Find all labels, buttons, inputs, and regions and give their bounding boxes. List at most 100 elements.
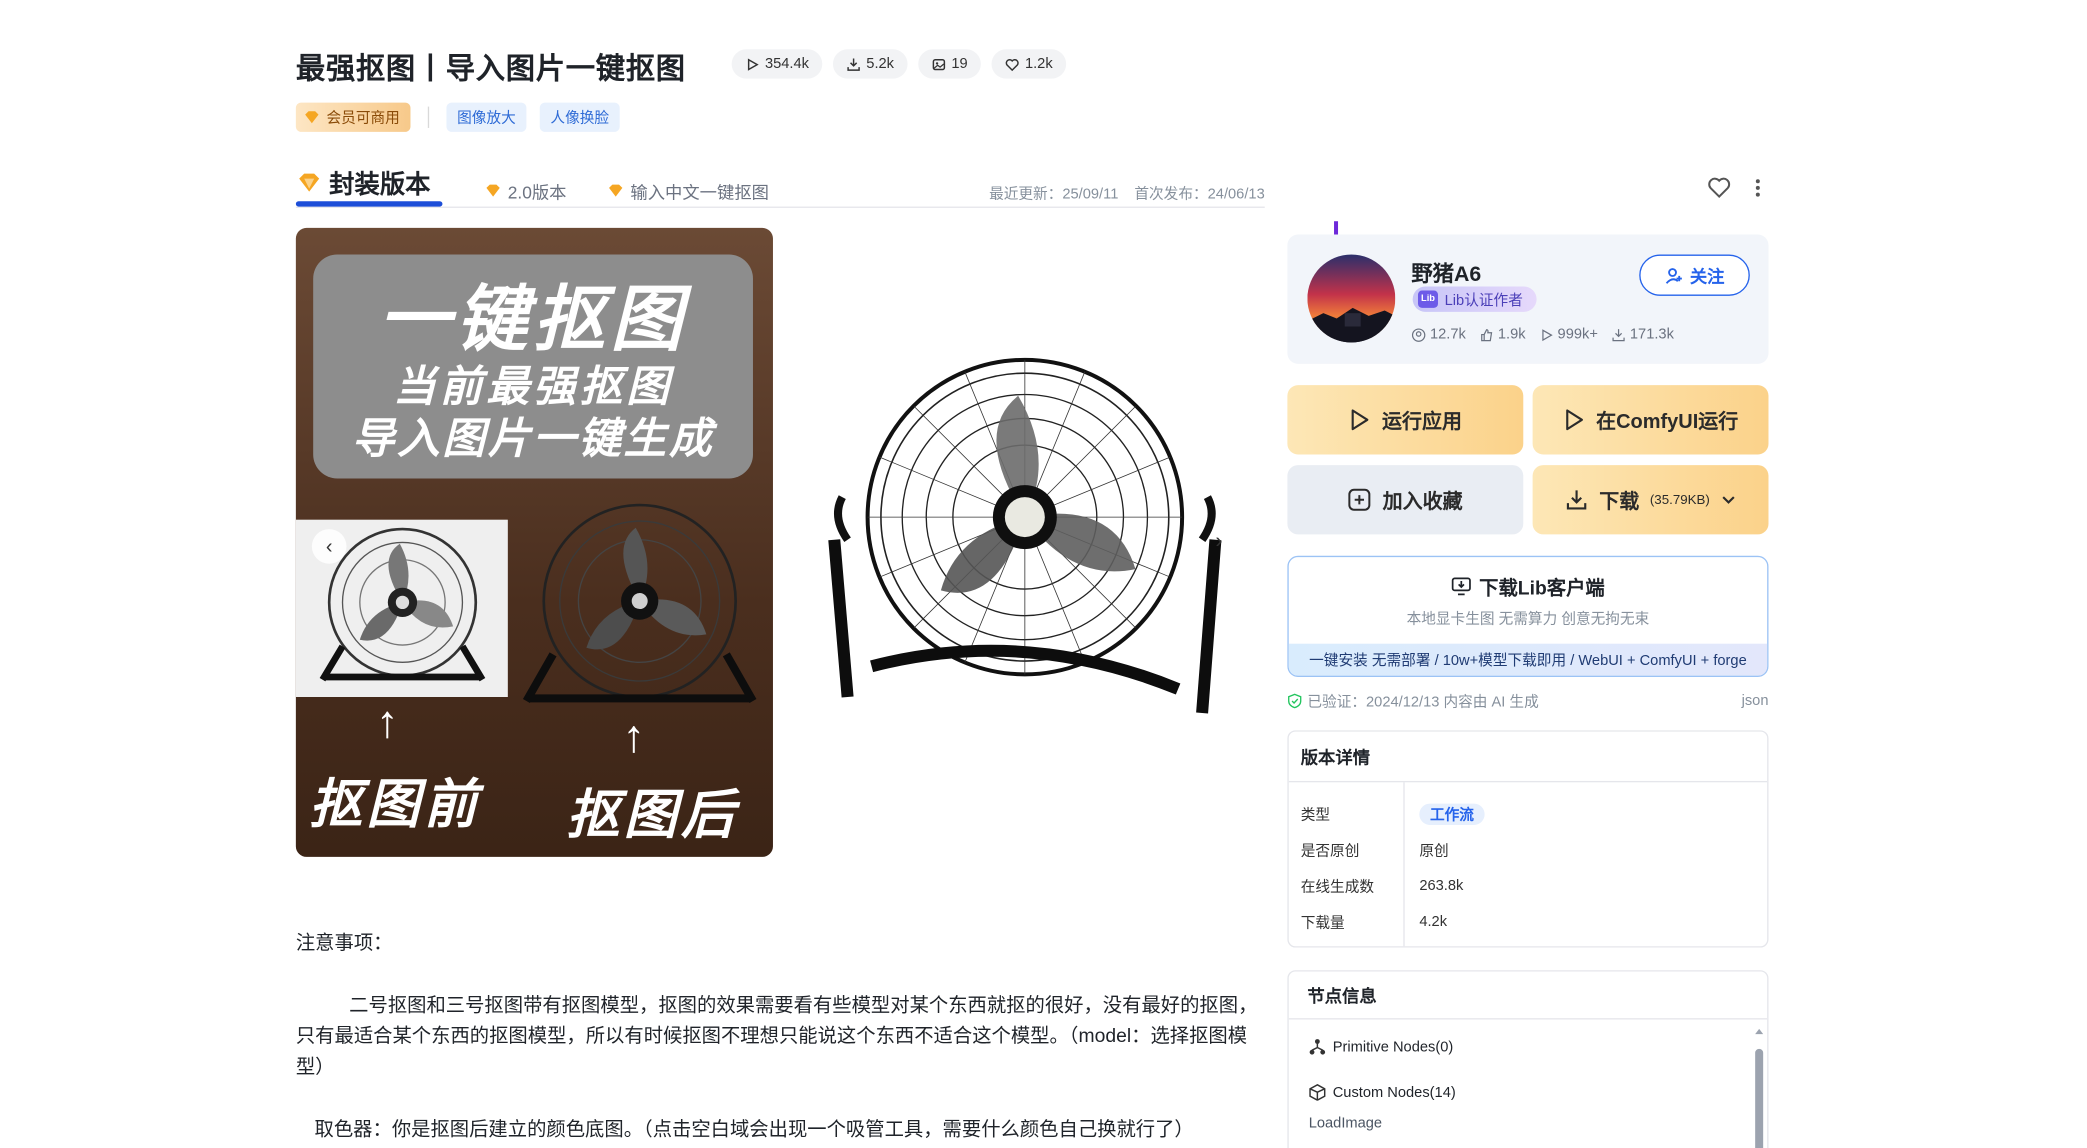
- play-icon: [1565, 409, 1583, 431]
- node-graph-icon: [1309, 1039, 1326, 1055]
- page-title: 最强抠图丨导入图片一键抠图: [295, 51, 686, 86]
- avatar[interactable]: [1307, 254, 1396, 343]
- user-icon: [1411, 327, 1426, 342]
- detail-key: 类型: [1300, 806, 1331, 823]
- download-icon: [1612, 328, 1625, 341]
- tab-version-2[interactable]: 2.0版本: [485, 172, 567, 209]
- tag-image-upscale[interactable]: 图像放大: [446, 102, 527, 132]
- detail-key: 在线生成数: [1300, 878, 1375, 895]
- follow-button[interactable]: 关注: [1639, 254, 1750, 296]
- detail-key: 是否原创: [1300, 842, 1360, 859]
- author-stats: 12.7k 1.9k 999k+ 171.3k: [1411, 327, 1674, 343]
- description: 注意事项： 二号抠图和三号抠图带有抠图模型，抠图的效果需要看有些模型对某个东西就…: [296, 929, 1258, 1146]
- runs-count: 999k+: [1557, 326, 1598, 343]
- description-paragraph-2: 取色器：你是抠图后建立的颜色底图。（点击空白域会出现一个吸管工具，需要什么颜色自…: [314, 1119, 1194, 1141]
- gallery-product-image[interactable]: [818, 340, 1231, 740]
- cover-banner: 一键抠图 当前最强抠图 导入图片一键生成: [313, 254, 753, 479]
- detail-row-downloads: 下载量 4.2k: [1289, 904, 1767, 940]
- gallery-cover-image[interactable]: 一键抠图 当前最强抠图 导入图片一键生成 ‹ ↑ ↑ 抠图前 抠图后: [295, 227, 773, 857]
- downloads-count: 5.2k: [866, 55, 895, 72]
- json-link[interactable]: json: [1742, 693, 1769, 709]
- avatar-image: [1307, 254, 1396, 343]
- node-list-scrollbar[interactable]: [1754, 1028, 1764, 1148]
- thumbs-up-icon: [1481, 328, 1493, 341]
- likes-stat[interactable]: 1.2k: [991, 49, 1066, 79]
- gallery-next-button[interactable]: ›: [1215, 530, 1222, 554]
- downloads-stat: 171.3k: [1611, 327, 1674, 343]
- shield-check-icon: [1288, 693, 1302, 709]
- tag-list: 会员可商用 图像放大 人像换脸: [295, 102, 620, 132]
- first-published: 首次发布：24/06/13: [1134, 186, 1265, 203]
- heart-icon[interactable]: [1707, 176, 1731, 199]
- banner-line-1: 一键抠图: [378, 279, 688, 360]
- node-item: LoadImage: [1308, 1115, 1383, 1132]
- lib-logo-icon: Lib: [1417, 290, 1438, 308]
- description-paragraph-1: 二号抠图和三号抠图带有抠图模型，抠图的效果需要看有些模型对某个东西就抠的很好，没…: [295, 995, 1258, 1079]
- author-name[interactable]: 野猪A6: [1411, 256, 1481, 288]
- run-in-comfyui-label: 在ComfyUI运行: [1596, 409, 1739, 433]
- tab-label: 封装版本: [329, 171, 431, 200]
- primitive-nodes-row[interactable]: Primitive Nodes(0): [1309, 1038, 1453, 1055]
- heart-icon: [1005, 58, 1019, 71]
- certified-author-badge: Lib Lib认证作者: [1412, 286, 1537, 312]
- image-icon: [932, 58, 945, 70]
- client-title: 下载Lib客户端: [1289, 573, 1767, 601]
- client-subtitle: 本地显卡生图 无需算力 创意无拘无束: [1406, 611, 1650, 628]
- run-app-button[interactable]: 运行应用: [1287, 385, 1524, 455]
- description-heading: 注意事项：: [295, 932, 393, 955]
- tab-chinese-input[interactable]: 输入中文一键抠图: [608, 172, 769, 209]
- detail-row-online-generations: 在线生成数 263.8k: [1289, 868, 1767, 904]
- client-title-text: 下载Lib客户端: [1479, 578, 1605, 600]
- images-count: 19: [951, 55, 968, 72]
- node-info-card: 节点信息 Primitive Nodes(0) Custom Nodes(14)…: [1287, 970, 1769, 1148]
- tag-face-swap[interactable]: 人像换脸: [539, 102, 620, 132]
- likes-count: 1.2k: [1024, 55, 1053, 72]
- verification-text: 已验证：2024/12/13 内容由 AI 生成: [1307, 694, 1539, 711]
- followers-stat: 12.7k: [1411, 327, 1466, 343]
- badge-label: Lib认证作者: [1444, 292, 1523, 309]
- diamond-icon: [299, 173, 320, 192]
- download-client-card[interactable]: 下载Lib客户端 本地显卡生图 无需算力 创意无拘无束 一键安装 无需部署 / …: [1287, 555, 1769, 678]
- detail-value: 4.2k: [1419, 913, 1448, 930]
- scroll-thumb[interactable]: [1755, 1048, 1764, 1148]
- downloads-stat: 5.2k: [832, 49, 908, 79]
- followers-count: 12.7k: [1429, 326, 1466, 343]
- version-details-card: 版本详情 类型 工作流 是否原创 原创 在线生成数 263.8k 下载量 4.2…: [1287, 730, 1769, 948]
- tab-packaged-version[interactable]: 封装版本: [296, 164, 431, 201]
- run-in-comfyui-button[interactable]: 在ComfyUI运行: [1532, 385, 1769, 455]
- follow-label: 关注: [1689, 266, 1725, 287]
- gallery-prev-button[interactable]: ‹: [311, 529, 347, 564]
- add-to-favorites-button[interactable]: 加入收藏: [1287, 465, 1524, 535]
- custom-nodes-row[interactable]: Custom Nodes(14): [1309, 1083, 1456, 1101]
- arrow-up-icon: ↑: [375, 697, 399, 748]
- play-icon: [1541, 328, 1553, 341]
- images-stat: 19: [918, 49, 981, 79]
- scroll-up-icon[interactable]: [1754, 1028, 1765, 1036]
- after-image: [513, 501, 766, 714]
- runs-stat: 354.4k: [731, 49, 823, 79]
- play-icon: [747, 57, 759, 71]
- detail-value: 原创: [1419, 842, 1449, 859]
- active-tab-indicator: [295, 201, 443, 207]
- likes-stat: 1.9k: [1479, 327, 1526, 343]
- last-updated: 最近更新：25/09/11: [989, 186, 1119, 203]
- arrow-up-icon: ↑: [622, 711, 646, 763]
- cube-icon: [1309, 1083, 1326, 1101]
- banner-line-2: 当前最强抠图: [393, 362, 674, 411]
- download-icon: [1566, 490, 1587, 510]
- downloads-count: 171.3k: [1629, 326, 1674, 343]
- custom-nodes-label: Custom Nodes(14): [1332, 1084, 1456, 1101]
- more-vertical-icon[interactable]: [1755, 178, 1760, 197]
- runs-stat: 999k+: [1539, 327, 1598, 343]
- detail-row-original: 是否原创 原创: [1289, 832, 1767, 868]
- diamond-icon: [486, 184, 500, 197]
- chevron-down-icon[interactable]: [1721, 494, 1737, 505]
- download-button[interactable]: 下载 (35.79KB): [1532, 465, 1769, 535]
- runs-count: 354.4k: [764, 55, 809, 72]
- fan-product-illustration: [828, 357, 1222, 714]
- diamond-icon: [609, 184, 623, 197]
- banner-line-3: 导入图片一键生成: [351, 414, 715, 463]
- download-label: 下载: [1599, 489, 1640, 513]
- verification-line: 已验证：2024/12/13 内容由 AI 生成 json: [1287, 690, 1768, 711]
- play-icon: [1351, 409, 1369, 431]
